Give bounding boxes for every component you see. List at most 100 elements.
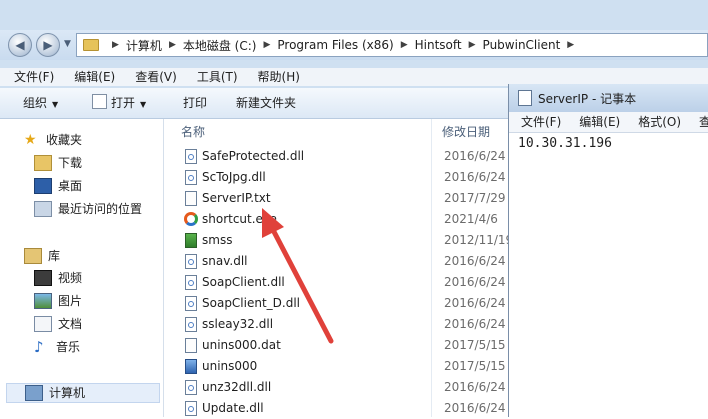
dll-icon	[185, 149, 197, 164]
file-date: 2016/6/24	[444, 149, 506, 163]
breadcrumb-program-files[interactable]: Program Files (x86)	[277, 38, 393, 52]
organize-button[interactable]: 组织 ▼	[23, 88, 58, 118]
chevron-right-icon[interactable]: ▶	[567, 40, 574, 50]
file-row[interactable]: Update.dll 2016/6/24	[164, 398, 508, 419]
chevron-right-icon[interactable]: ▶	[469, 40, 476, 50]
music-note-icon: ♪	[34, 338, 44, 356]
exe-icon	[185, 233, 197, 248]
sidebar-item-music[interactable]: ♪ 音乐	[34, 337, 80, 357]
notepad-title-bar[interactable]: ServerIP - 记事本	[509, 84, 708, 112]
text-file-icon	[185, 191, 197, 206]
file-row[interactable]: SoapClient.dll 2016/6/24	[164, 272, 508, 293]
menu-file[interactable]: 文件(F)	[0, 68, 60, 86]
dll-icon	[185, 275, 197, 290]
file-row[interactable]: unins000 2017/5/15	[164, 356, 508, 377]
sidebar-item-label: 桌面	[58, 179, 83, 193]
address-box[interactable]: ▶ 计算机 ▶ 本地磁盘 (C:) ▶ Program Files (x86) …	[76, 33, 708, 57]
sidebar-item-label: 下载	[58, 156, 83, 170]
text-file-icon	[185, 338, 197, 353]
caret-down-icon: ▼	[52, 100, 59, 109]
file-row[interactable]: shortcut.exe 2021/4/6	[164, 209, 508, 230]
file-date: 2016/6/24	[444, 317, 506, 331]
sidebar-item-desktop[interactable]: 桌面	[34, 176, 82, 196]
file-row[interactable]: ScToJpg.dll 2016/6/24	[164, 167, 508, 188]
file-row[interactable]: SafeProtected.dll 2016/6/24	[164, 146, 508, 167]
print-button[interactable]: 打印	[183, 88, 207, 118]
file-name: unins000	[202, 359, 258, 373]
file-date: 2016/6/24	[444, 296, 506, 310]
downloads-folder-icon	[34, 155, 52, 171]
navigation-pane: ★ 收藏夹 下载 桌面 最近访问的位置 库 视频 图片 文档 ♪ 音乐 计算机	[0, 119, 164, 417]
dll-icon	[185, 380, 197, 395]
file-name: SoapClient.dll	[202, 275, 285, 289]
forward-button[interactable]: ▶	[36, 33, 60, 57]
file-date: 2016/6/24	[444, 170, 506, 184]
column-header-date[interactable]: 修改日期	[442, 119, 490, 145]
notepad-menu-file[interactable]: 文件(F)	[509, 112, 567, 132]
chevron-right-icon[interactable]: ▶	[263, 40, 270, 50]
breadcrumb-local-disk[interactable]: 本地磁盘 (C:)	[183, 37, 257, 54]
dll-icon	[185, 170, 197, 185]
sidebar-item-videos[interactable]: 视频	[34, 268, 82, 288]
address-bar-row: ◀ ▶ ▼ ▶ 计算机 ▶ 本地磁盘 (C:) ▶ Program Files …	[0, 30, 708, 60]
file-row[interactable]: snav.dll 2016/6/24	[164, 251, 508, 272]
file-name: unins000.dat	[202, 338, 281, 352]
chevron-right-icon[interactable]: ▶	[169, 40, 176, 50]
sidebar-item-label: 图片	[58, 294, 83, 308]
sidebar-item-documents[interactable]: 文档	[34, 314, 82, 334]
menu-help[interactable]: 帮助(H)	[244, 68, 306, 86]
file-date: 2016/6/24	[444, 401, 506, 415]
sidebar-item-libraries[interactable]: 库	[24, 246, 60, 266]
new-folder-button[interactable]: 新建文件夹	[236, 88, 296, 118]
file-row[interactable]: ServerIP.txt 2017/7/29	[164, 188, 508, 209]
file-date: 2016/6/24	[444, 254, 506, 268]
breadcrumb-pubwinclient[interactable]: PubwinClient	[483, 38, 561, 52]
file-row[interactable]: ssleay32.dll 2016/6/24	[164, 314, 508, 335]
chevron-right-icon[interactable]: ▶	[401, 40, 408, 50]
notepad-menu-format[interactable]: 格式(O)	[626, 112, 687, 132]
file-date: 2016/6/24	[444, 275, 506, 289]
dll-icon	[185, 296, 197, 311]
sidebar-item-recent[interactable]: 最近访问的位置	[34, 199, 142, 219]
file-date: 2017/5/15	[444, 359, 506, 373]
notepad-menu-view[interactable]: 查看(	[687, 112, 708, 132]
file-name: ScToJpg.dll	[202, 170, 266, 184]
column-header-name[interactable]: 名称	[181, 119, 205, 145]
open-icon	[92, 94, 107, 109]
sidebar-item-favorites[interactable]: ★ 收藏夹	[24, 130, 82, 150]
menu-tools[interactable]: 工具(T)	[183, 68, 244, 86]
file-name: Update.dll	[202, 401, 264, 415]
file-row[interactable]: unins000.dat 2017/5/15	[164, 335, 508, 356]
notepad-window[interactable]: ServerIP - 记事本 文件(F) 编辑(E) 格式(O) 查看( 10.…	[508, 84, 708, 417]
documents-icon	[34, 316, 52, 332]
file-row[interactable]: SoapClient_D.dll 2016/6/24	[164, 293, 508, 314]
sidebar-item-computer[interactable]: 计算机	[6, 383, 160, 403]
sidebar-item-label: 收藏夹	[46, 133, 83, 147]
notepad-menu-edit[interactable]: 编辑(E)	[567, 112, 626, 132]
file-row[interactable]: smss 2012/11/19	[164, 230, 513, 251]
file-date: 2012/11/19	[444, 233, 514, 247]
video-icon	[34, 270, 52, 286]
open-button[interactable]: 打开 ▼	[92, 88, 146, 118]
menu-view[interactable]: 查看(V)	[121, 68, 183, 86]
star-icon: ★	[24, 132, 37, 148]
history-dropdown-icon[interactable]: ▼	[64, 39, 71, 49]
back-button[interactable]: ◀	[8, 33, 32, 57]
dll-icon	[185, 401, 197, 416]
caret-down-icon: ▼	[140, 100, 147, 109]
chevron-right-icon[interactable]: ▶	[112, 40, 119, 50]
breadcrumb-computer[interactable]: 计算机	[126, 37, 162, 54]
explorer-window: ◀ ▶ ▼ ▶ 计算机 ▶ 本地磁盘 (C:) ▶ Program Files …	[0, 0, 708, 417]
breadcrumb-hintsoft[interactable]: Hintsoft	[415, 38, 462, 52]
file-row[interactable]: unz32dll.dll 2016/6/24	[164, 377, 508, 398]
menu-edit[interactable]: 编辑(E)	[60, 68, 121, 86]
sidebar-item-pictures[interactable]: 图片	[34, 291, 82, 311]
organize-label: 组织	[23, 96, 48, 110]
file-date: 2016/6/24	[444, 380, 506, 394]
sidebar-item-downloads[interactable]: 下载	[34, 153, 82, 173]
file-name: SoapClient_D.dll	[202, 296, 301, 310]
sidebar-item-label: 最近访问的位置	[58, 202, 143, 216]
sidebar-item-label: 视频	[58, 271, 83, 285]
notepad-text-content[interactable]: 10.30.31.196	[518, 136, 612, 151]
dll-icon	[185, 254, 197, 269]
